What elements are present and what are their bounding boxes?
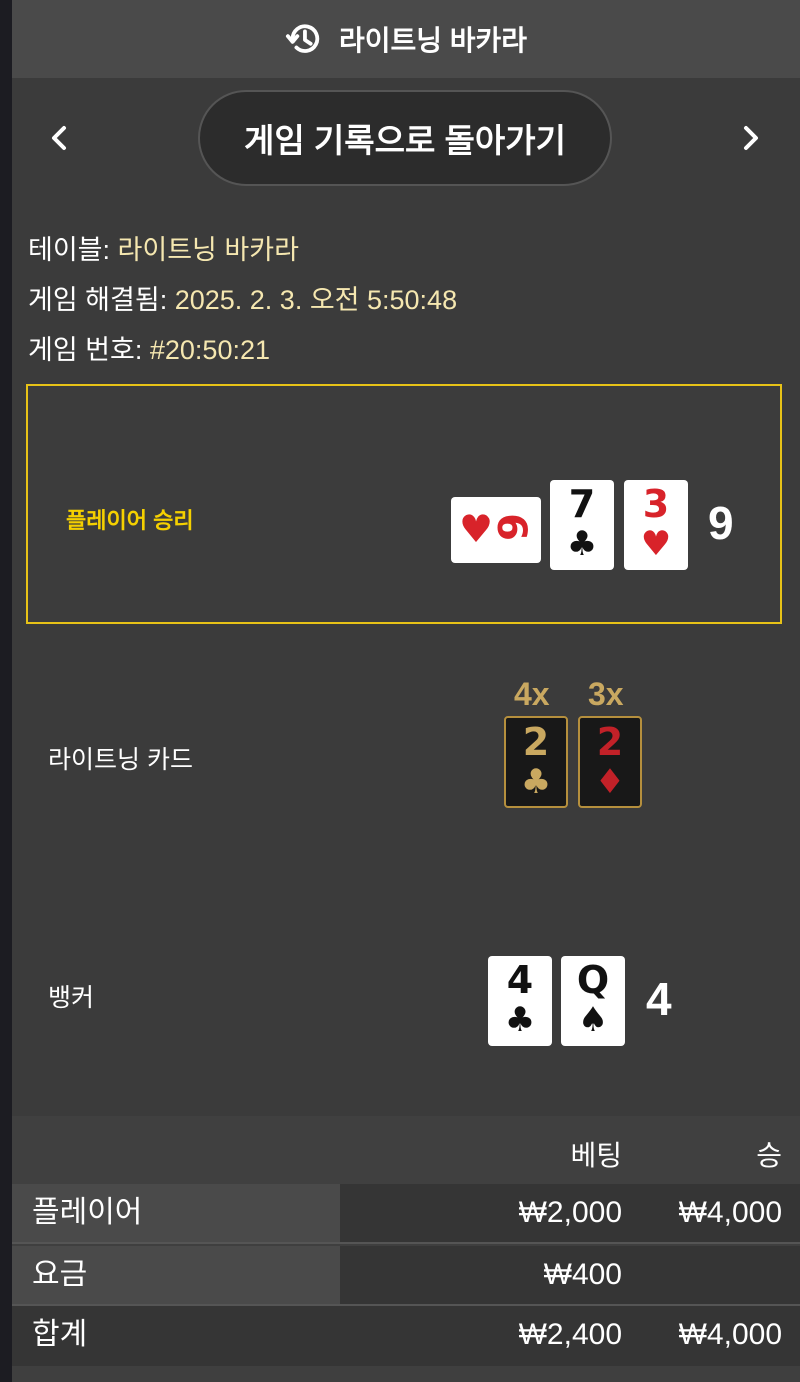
win-column-header: 승 bbox=[756, 1140, 782, 1171]
bet-column-header: 베팅 bbox=[570, 1140, 622, 1171]
card-suit: ♣ bbox=[520, 762, 552, 802]
lightning-multiplier-2: 3x bbox=[588, 676, 624, 712]
row-label: 요금 bbox=[12, 1246, 340, 1304]
history-icon bbox=[285, 24, 320, 53]
game-history-panel: 라이트닝 바카라 게임 기록으로 돌아가기 테이블: 라이트닝 바카라 게임 해… bbox=[12, 0, 800, 1382]
banker-card-1: 4 ♣ bbox=[488, 956, 552, 1046]
header-title: 라이트닝 바카라 bbox=[338, 25, 528, 56]
history-navigation: 게임 기록으로 돌아가기 bbox=[12, 90, 800, 190]
card-rank: Q bbox=[576, 958, 610, 1002]
background-page-edge bbox=[0, 0, 12, 1382]
chevron-left-icon[interactable] bbox=[40, 118, 80, 158]
table-row: 요금 ₩400 bbox=[12, 1246, 800, 1304]
back-to-history-button[interactable]: 게임 기록으로 돌아가기 bbox=[198, 90, 612, 186]
header-bar: 라이트닝 바카라 bbox=[12, 0, 800, 78]
card-rank: 3 bbox=[642, 482, 670, 526]
game-number-label: 게임 번호: bbox=[28, 335, 150, 365]
card-rank: 2 bbox=[522, 720, 550, 764]
card-rank: 2 bbox=[596, 720, 624, 764]
banker-label: 뱅커 bbox=[48, 984, 95, 1012]
resolved-info-value: 2025. 2. 3. 오전 5:50:48 bbox=[174, 285, 458, 315]
table-info-value: 라이트닝 바카라 bbox=[117, 235, 299, 265]
table-info: 테이블: 라이트닝 바카라 bbox=[28, 228, 299, 267]
row-win: ₩4,000 bbox=[678, 1318, 782, 1351]
lightning-card-2: 2 ♦ bbox=[578, 716, 642, 808]
game-number-info: 게임 번호: #20:50:21 bbox=[28, 328, 270, 367]
player-card-1: ♥ 6 bbox=[451, 497, 541, 563]
player-card-2: 7 ♣ bbox=[550, 480, 614, 570]
card-suit: ♥ bbox=[640, 524, 672, 564]
card-suit: ♦ bbox=[594, 762, 626, 802]
row-win: ₩4,000 bbox=[678, 1196, 782, 1229]
row-bet: ₩2,400 bbox=[518, 1318, 622, 1351]
lightning-multiplier-1: 4x bbox=[514, 676, 550, 712]
card-rank: 6 bbox=[487, 513, 534, 541]
player-win-label: 플레이어 승리 bbox=[66, 508, 194, 533]
row-label: 플레이어 bbox=[12, 1184, 340, 1242]
game-number-value: #20:50:21 bbox=[149, 335, 270, 365]
resolved-info: 게임 해결됨: 2025. 2. 3. 오전 5:50:48 bbox=[28, 278, 457, 317]
bet-summary-table: 베팅 승 플레이어 ₩2,000 ₩4,000 요금 ₩400 합계 ₩2,40… bbox=[12, 1116, 800, 1382]
lightning-card-1: 2 ♣ bbox=[504, 716, 568, 808]
player-result-box: 플레이어 승리 ♥ 6 7 ♣ 3 ♥ 9 bbox=[26, 384, 782, 624]
row-bet: ₩2,000 bbox=[518, 1196, 622, 1229]
card-suit: ♠ bbox=[577, 1000, 609, 1040]
table-row-total: 합계 ₩2,400 ₩4,000 bbox=[12, 1306, 800, 1366]
table-info-label: 테이블: bbox=[28, 235, 118, 265]
player-card-3: 3 ♥ bbox=[624, 480, 688, 570]
card-rank: 4 bbox=[506, 958, 534, 1002]
row-label: 합계 bbox=[32, 1318, 88, 1351]
table-header: 베팅 승 bbox=[12, 1116, 800, 1184]
lightning-cards-label: 라이트닝 카드 bbox=[48, 746, 193, 774]
banker-total: 4 bbox=[646, 973, 672, 1025]
row-bet: ₩400 bbox=[543, 1258, 622, 1291]
chevron-right-icon[interactable] bbox=[730, 118, 770, 158]
card-suit: ♣ bbox=[566, 524, 598, 564]
player-total: 9 bbox=[708, 497, 734, 549]
resolved-info-label: 게임 해결됨: bbox=[28, 285, 175, 315]
row-divider bbox=[12, 1242, 800, 1244]
table-row: 플레이어 ₩2,000 ₩4,000 bbox=[12, 1184, 800, 1242]
banker-card-2: Q ♠ bbox=[561, 956, 625, 1046]
card-rank: 7 bbox=[568, 482, 596, 526]
card-suit: ♣ bbox=[504, 1000, 536, 1040]
